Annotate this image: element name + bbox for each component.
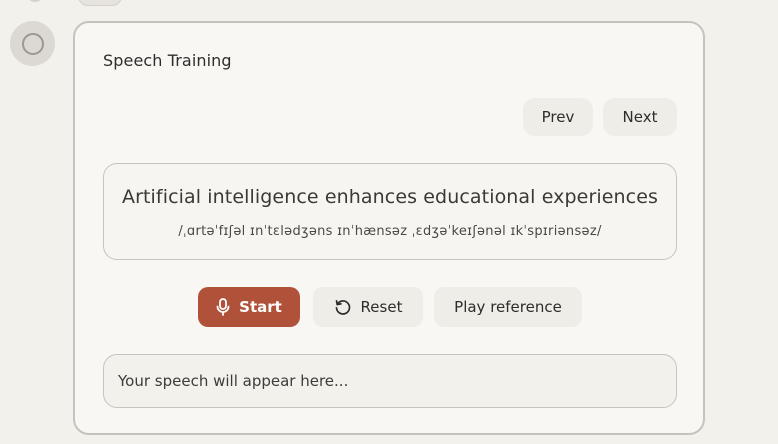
- play-reference-button[interactable]: Play reference: [434, 287, 582, 327]
- start-button-label: Start: [239, 298, 282, 316]
- speech-transcript-field[interactable]: Your speech will appear here...: [103, 354, 677, 408]
- reset-button[interactable]: Reset: [313, 287, 423, 327]
- ipa-transcription: /ˌɑrtəˈfɪʃəl ɪnˈtɛlədʒəns ɪnˈhænsəz ˌɛdʒ…: [178, 224, 602, 239]
- app-stage: Speech Training Prev Next Artificial int…: [0, 0, 778, 444]
- card-title: Speech Training: [103, 51, 232, 70]
- prev-button[interactable]: Prev: [523, 98, 593, 136]
- avatar: [10, 21, 55, 66]
- reset-button-label: Reset: [360, 298, 403, 316]
- reset-icon: [334, 298, 352, 316]
- partial-dot: [28, 0, 42, 2]
- target-sentence: Artificial intelligence enhances educati…: [121, 186, 659, 208]
- start-button[interactable]: Start: [198, 287, 300, 327]
- speech-training-card: Speech Training Prev Next Artificial int…: [73, 21, 705, 435]
- microphone-icon: [216, 298, 230, 316]
- speech-transcript-placeholder: Your speech will appear here...: [118, 372, 349, 390]
- partial-previous-element: [78, 0, 122, 6]
- sentence-panel: Artificial intelligence enhances educati…: [103, 163, 677, 260]
- next-button[interactable]: Next: [603, 98, 677, 136]
- avatar-circle-icon: [21, 32, 44, 55]
